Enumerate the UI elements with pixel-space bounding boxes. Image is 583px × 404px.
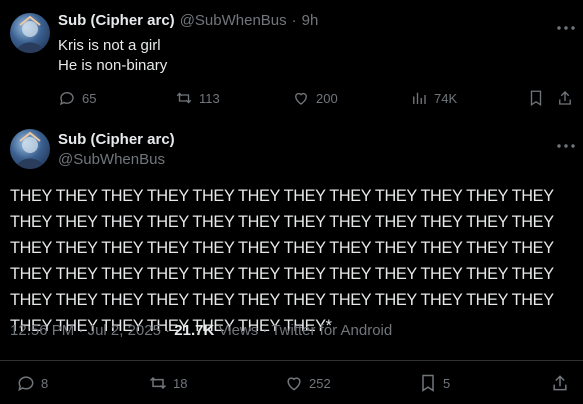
avatar[interactable] (10, 129, 50, 169)
more-icon[interactable] (556, 18, 576, 30)
main-author-name[interactable]: Sub (Cipher arc) (58, 131, 175, 148)
bookmark-icon (530, 90, 542, 107)
share-icon (559, 91, 571, 105)
repost-count: 113 (199, 90, 220, 106)
meta-separator: · (291, 12, 297, 29)
views-button[interactable]: 74K (410, 89, 457, 107)
tweet-date[interactable]: Jul 2, 2025 (88, 322, 161, 339)
avatar[interactable] (10, 13, 50, 53)
divider (0, 360, 583, 361)
views-total: 21.7K (174, 322, 215, 339)
reply-icon (59, 92, 74, 106)
bookmark-button[interactable] (527, 89, 545, 107)
tweet-source[interactable]: Twitter for Android (271, 322, 392, 339)
views-count: 74K (434, 90, 458, 106)
repost-icon (176, 92, 192, 104)
reply-line-2: He is non-binary (58, 57, 168, 74)
repost-button[interactable]: 18 (148, 373, 187, 393)
share-icon (553, 375, 567, 391)
reply-button[interactable]: 65 (58, 89, 96, 107)
share-button[interactable] (550, 373, 570, 393)
bookmark-count: 5 (443, 375, 451, 391)
reply-timestamp[interactable]: 9h (302, 12, 319, 29)
like-button[interactable]: 252 (284, 373, 331, 393)
bookmark-button[interactable]: 5 (418, 373, 450, 393)
like-icon (295, 92, 307, 105)
like-count: 252 (309, 375, 331, 391)
like-count: 200 (316, 90, 338, 106)
reply-tweet-text: Kris is not a girl He is non-binary (58, 36, 167, 76)
reply-author-handle[interactable]: @SubWhenBus (180, 12, 287, 29)
main-tweet-text: THEY THEY THEY THEY THEY THEY THEY THEY … (10, 187, 554, 335)
main-author-handle[interactable]: @SubWhenBus (58, 151, 165, 168)
reply-author-name[interactable]: Sub (Cipher arc) (58, 12, 175, 29)
more-icon[interactable] (556, 136, 576, 148)
reply-icon (18, 376, 34, 392)
bookmark-icon (422, 374, 434, 392)
share-button[interactable] (556, 89, 574, 107)
tweet-metadata: 12:56 PM · Jul 2, 2025 · 21.7K Views · T… (10, 322, 393, 339)
reply-button[interactable]: 8 (16, 373, 48, 393)
like-icon (287, 377, 301, 391)
views-label: Views (218, 322, 259, 339)
views-icon (413, 92, 426, 104)
repost-icon (149, 376, 167, 390)
reply-count: 65 (82, 90, 97, 106)
reply-line-1: Kris is not a girl (58, 37, 161, 54)
repost-count: 18 (173, 375, 188, 391)
like-button[interactable]: 200 (292, 89, 338, 107)
repost-button[interactable]: 113 (175, 89, 220, 107)
tweet-time[interactable]: 12:56 PM (10, 322, 74, 339)
reply-count: 8 (41, 375, 49, 391)
